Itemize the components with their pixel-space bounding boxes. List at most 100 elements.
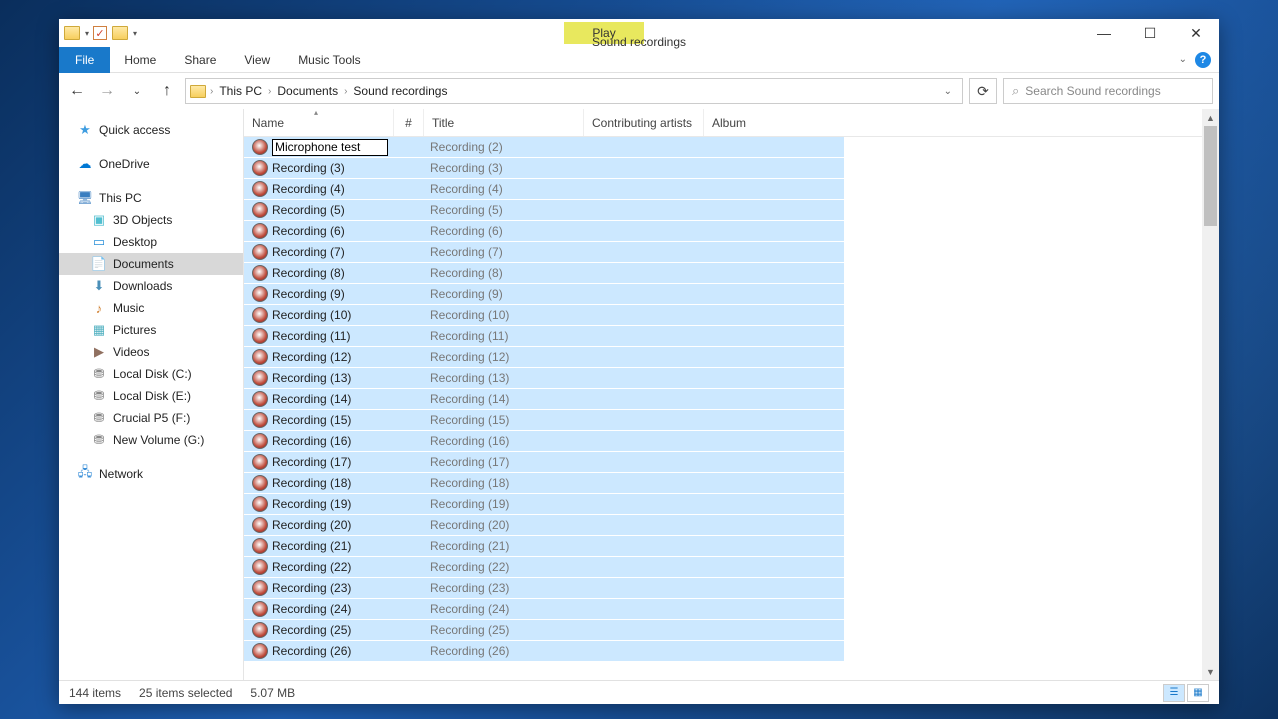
file-name[interactable]: Recording (13) <box>272 371 400 385</box>
up-button[interactable]: ↑ <box>155 79 179 103</box>
navigation-pane[interactable]: ★Quick access ☁OneDrive 🖥This PC ▣3D Obj… <box>59 109 244 680</box>
file-name[interactable]: Recording (25) <box>272 623 400 637</box>
file-row[interactable]: Recording (2) <box>244 137 844 158</box>
nav-music[interactable]: ♪Music <box>59 297 243 319</box>
chevron-right-icon[interactable]: › <box>344 86 347 97</box>
breadcrumb-this-pc[interactable]: This PC <box>217 84 264 98</box>
close-button[interactable]: ✕ <box>1173 19 1219 47</box>
file-row[interactable]: Recording (20)Recording (20) <box>244 515 844 536</box>
chevron-right-icon[interactable]: › <box>210 86 213 97</box>
file-row[interactable]: Recording (17)Recording (17) <box>244 452 844 473</box>
nav-3d-objects[interactable]: ▣3D Objects <box>59 209 243 231</box>
file-row[interactable]: Recording (15)Recording (15) <box>244 410 844 431</box>
file-name[interactable]: Recording (5) <box>272 203 400 217</box>
column-contributing-artists[interactable]: Contributing artists <box>584 109 704 136</box>
file-row[interactable]: Recording (8)Recording (8) <box>244 263 844 284</box>
nav-documents[interactable]: 📄Documents <box>59 253 243 275</box>
file-row[interactable]: Recording (23)Recording (23) <box>244 578 844 599</box>
nav-disk-c[interactable]: ⛃Local Disk (C:) <box>59 363 243 385</box>
help-icon[interactable]: ? <box>1195 52 1211 68</box>
file-row[interactable]: Recording (16)Recording (16) <box>244 431 844 452</box>
file-row[interactable]: Recording (12)Recording (12) <box>244 347 844 368</box>
details-view-button[interactable]: ☰ <box>1163 684 1185 702</box>
file-name[interactable]: Recording (4) <box>272 182 400 196</box>
file-row[interactable]: Recording (10)Recording (10) <box>244 305 844 326</box>
file-name[interactable]: Recording (12) <box>272 350 400 364</box>
file-name[interactable]: Recording (24) <box>272 602 400 616</box>
address-history-caret-icon[interactable]: ⌄ <box>938 86 958 97</box>
file-row[interactable]: Recording (13)Recording (13) <box>244 368 844 389</box>
rename-input[interactable] <box>272 139 388 156</box>
qat-customize-caret-icon[interactable]: ▾ <box>133 29 137 38</box>
file-name[interactable]: Recording (17) <box>272 455 400 469</box>
nav-network[interactable]: 🖧Network <box>59 463 243 485</box>
scrollbar-thumb[interactable] <box>1204 126 1217 226</box>
file-name[interactable]: Recording (18) <box>272 476 400 490</box>
file-row[interactable]: Recording (11)Recording (11) <box>244 326 844 347</box>
thumbnails-view-button[interactable]: ▦ <box>1187 684 1209 702</box>
tab-music-tools[interactable]: Music Tools <box>284 47 374 73</box>
file-name[interactable]: Recording (10) <box>272 308 400 322</box>
column-name[interactable]: Name <box>244 109 394 136</box>
file-name[interactable]: Recording (15) <box>272 413 400 427</box>
nav-desktop[interactable]: ▭Desktop <box>59 231 243 253</box>
file-name[interactable]: Recording (22) <box>272 560 400 574</box>
file-row[interactable]: Recording (14)Recording (14) <box>244 389 844 410</box>
file-name[interactable]: Recording (20) <box>272 518 400 532</box>
column-track-number[interactable]: # <box>394 109 424 136</box>
app-folder-icon[interactable] <box>63 24 81 42</box>
new-folder-icon[interactable] <box>111 24 129 42</box>
file-name[interactable]: Recording (19) <box>272 497 400 511</box>
tab-share[interactable]: Share <box>170 47 230 73</box>
file-name[interactable]: Recording (16) <box>272 434 400 448</box>
file-row[interactable]: Recording (4)Recording (4) <box>244 179 844 200</box>
file-row[interactable]: Recording (19)Recording (19) <box>244 494 844 515</box>
file-name[interactable]: Recording (7) <box>272 245 400 259</box>
play-contextual-tab[interactable]: Play <box>564 22 643 44</box>
vertical-scrollbar[interactable]: ▲ ▼ <box>1202 109 1219 680</box>
file-row[interactable]: Recording (22)Recording (22) <box>244 557 844 578</box>
scroll-up-icon[interactable]: ▲ <box>1202 109 1219 126</box>
nav-quick-access[interactable]: ★Quick access <box>59 119 243 141</box>
file-row[interactable]: Recording (9)Recording (9) <box>244 284 844 305</box>
nav-onedrive[interactable]: ☁OneDrive <box>59 153 243 175</box>
file-row[interactable]: Recording (24)Recording (24) <box>244 599 844 620</box>
maximize-button[interactable]: ☐ <box>1127 19 1173 47</box>
file-row[interactable]: Recording (26)Recording (26) <box>244 641 844 662</box>
qat-menu-caret-icon[interactable]: ▾ <box>85 29 89 38</box>
file-name[interactable]: Recording (6) <box>272 224 400 238</box>
minimize-button[interactable]: ― <box>1081 19 1127 47</box>
file-row[interactable]: Recording (3)Recording (3) <box>244 158 844 179</box>
file-name[interactable]: Recording (23) <box>272 581 400 595</box>
file-name[interactable]: Recording (11) <box>272 329 400 343</box>
file-row[interactable]: Recording (21)Recording (21) <box>244 536 844 557</box>
column-album[interactable]: Album <box>704 109 824 136</box>
nav-disk-g[interactable]: ⛃New Volume (G:) <box>59 429 243 451</box>
nav-disk-e[interactable]: ⛃Local Disk (E:) <box>59 385 243 407</box>
file-list[interactable]: Recording (2)Recording (3)Recording (3)R… <box>244 137 1219 680</box>
recent-locations-caret-icon[interactable]: ⌄ <box>125 79 149 103</box>
nav-disk-f[interactable]: ⛃Crucial P5 (F:) <box>59 407 243 429</box>
tab-home[interactable]: Home <box>110 47 170 73</box>
file-name[interactable]: Recording (9) <box>272 287 400 301</box>
tab-file[interactable]: File <box>59 47 110 73</box>
nav-downloads[interactable]: ⬇Downloads <box>59 275 243 297</box>
file-row[interactable]: Recording (18)Recording (18) <box>244 473 844 494</box>
breadcrumb-sound-recordings[interactable]: Sound recordings <box>351 84 449 98</box>
chevron-right-icon[interactable]: › <box>268 86 271 97</box>
file-name[interactable]: Recording (14) <box>272 392 400 406</box>
file-row[interactable]: Recording (6)Recording (6) <box>244 221 844 242</box>
file-name[interactable]: Recording (3) <box>272 161 400 175</box>
refresh-button[interactable]: ⟳ <box>969 78 997 104</box>
ribbon-collapse-icon[interactable]: ⌄ <box>1179 54 1187 65</box>
nav-pictures[interactable]: ▦Pictures <box>59 319 243 341</box>
forward-button[interactable]: → <box>95 79 119 103</box>
file-row[interactable]: Recording (7)Recording (7) <box>244 242 844 263</box>
address-bar[interactable]: › This PC › Documents › Sound recordings… <box>185 78 963 104</box>
file-row[interactable]: Recording (25)Recording (25) <box>244 620 844 641</box>
file-row[interactable]: Recording (5)Recording (5) <box>244 200 844 221</box>
tab-view[interactable]: View <box>230 47 284 73</box>
scroll-down-icon[interactable]: ▼ <box>1202 663 1219 680</box>
column-title[interactable]: Title <box>424 109 584 136</box>
file-name[interactable]: Recording (21) <box>272 539 400 553</box>
